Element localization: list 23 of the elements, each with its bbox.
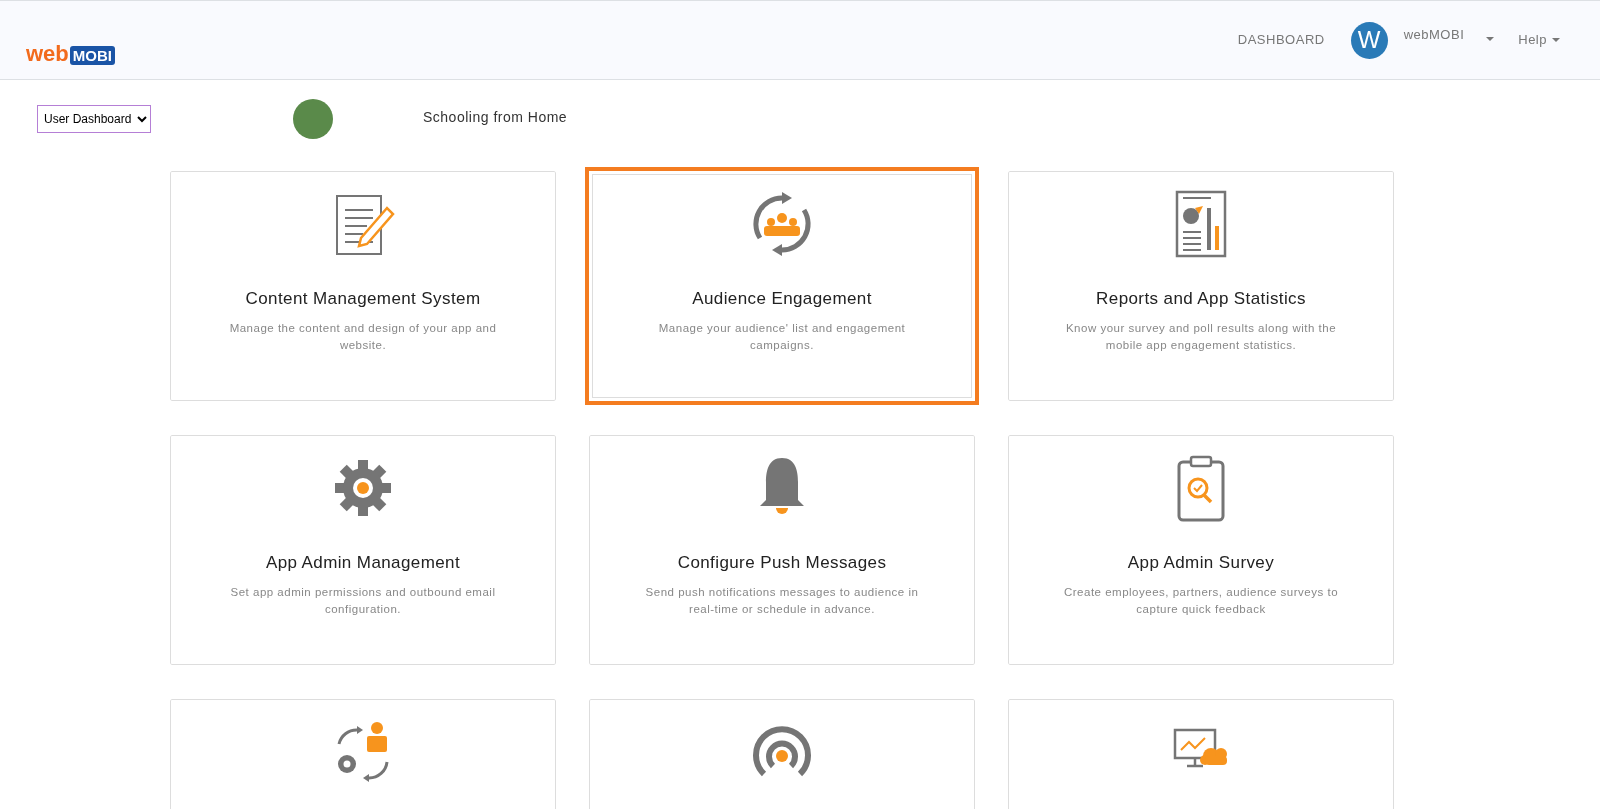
card-description: Set app admin permissions and outbound email configuration. — [229, 584, 497, 617]
card-description: Create employees, partners, audience surveys to capture quick feedback — [1062, 584, 1340, 617]
card-title: Configure Push Messages — [677, 552, 887, 574]
card-title: App Admin Management — [265, 552, 461, 574]
help-menu[interactable]: Help — [1518, 30, 1560, 50]
dashboard-select[interactable]: User Dashboard — [37, 105, 151, 133]
card-title: App Admin Survey — [1127, 552, 1275, 574]
user-menu[interactable]: webMOBI — [1403, 25, 1495, 45]
caret-icon — [1486, 37, 1495, 41]
card-description: Know your survey and poll results along with the mobile app engagement statistics. — [1064, 320, 1338, 353]
card-title: Content Management System — [245, 288, 481, 310]
app-name: Schooling from Home — [423, 107, 568, 127]
card-description: Manage your audience' list and engagement campaigns. — [657, 320, 907, 353]
caret-icon — [1552, 38, 1560, 42]
dashboard-link[interactable]: DASHBOARD — [1237, 30, 1325, 50]
feature-card[interactable]: Audience Engagement Manage your audience' list and engagement campaigns. — [585, 167, 979, 405]
app-photo-placeholder — [293, 99, 333, 139]
user-avatar[interactable]: W — [1350, 21, 1388, 59]
webmobi-logo[interactable]: web MOBI — [26, 43, 115, 65]
card-title: Audience Engagement — [692, 288, 872, 310]
card-title: Reports and App Statistics — [1096, 288, 1306, 310]
card-description: Send push notifications messages to audience in real-time or schedule in advance. — [644, 584, 920, 617]
card-description: Manage the content and design of your app and website. — [228, 320, 498, 353]
